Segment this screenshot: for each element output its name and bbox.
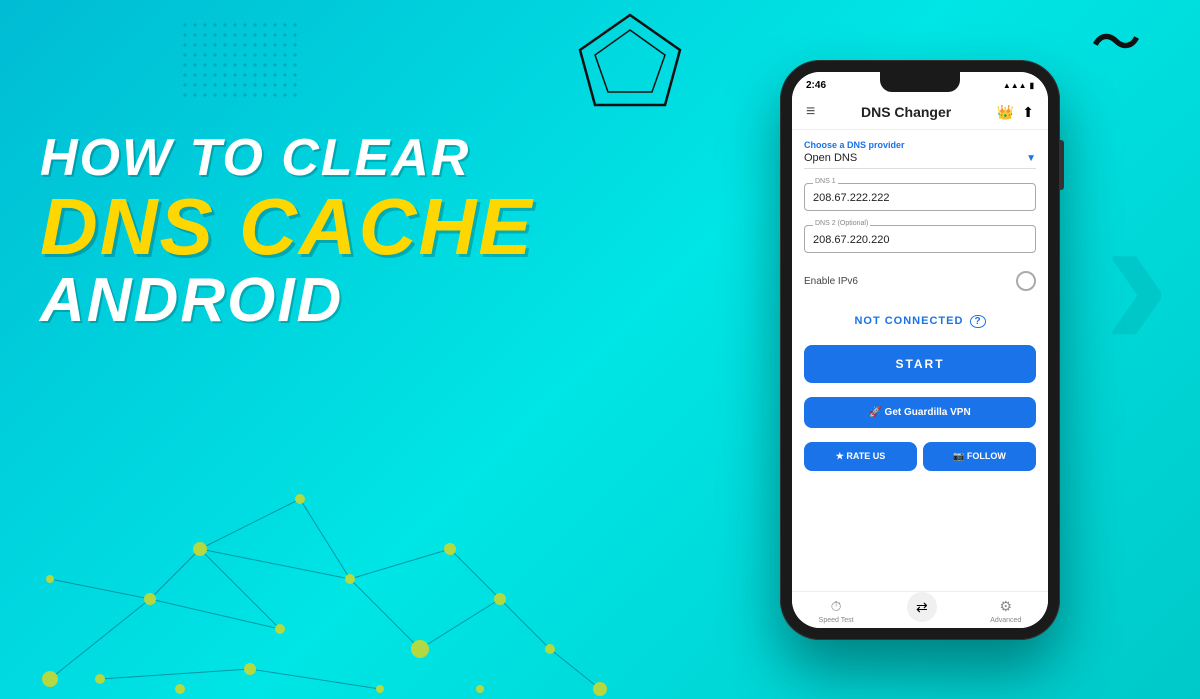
- nav-home-button[interactable]: ⇄: [907, 592, 937, 622]
- advanced-icon: ⚙: [999, 598, 1012, 615]
- dns1-label: DNS 1: [813, 178, 838, 185]
- dns-provider-dropdown[interactable]: Open DNS ▼: [804, 152, 1036, 169]
- vpn-button[interactable]: 🚀 Get Guardilla VPN: [804, 397, 1036, 428]
- headline-line3: ANDROID: [40, 267, 560, 335]
- hamburger-icon[interactable]: ≡: [806, 103, 815, 121]
- home-icon: ⇄: [916, 599, 928, 616]
- chevron-decoration: ›: [1103, 180, 1170, 380]
- crown-icon: 👑: [997, 104, 1014, 121]
- nav-speed-test[interactable]: ⏱ Speed Test: [819, 598, 854, 624]
- diamond-decoration: [570, 10, 690, 120]
- decorative-dots-topleft: [180, 20, 300, 100]
- help-icon[interactable]: ?: [970, 315, 985, 328]
- connection-status: NOT CONNECTED ?: [854, 315, 985, 327]
- dns2-label: DNS 2 (Optional): [813, 220, 870, 227]
- battery-icon: ▮: [1030, 81, 1034, 90]
- status-icons: ▲▲▲ ▮: [1003, 81, 1034, 90]
- phone-mockup: 2:46 ▲▲▲ ▮ ≡ DNS Changer 👑 ⬆ Choos: [780, 60, 1060, 640]
- share-icon[interactable]: ⬆: [1022, 104, 1034, 121]
- wifi-icon: ▲▲▲: [1003, 81, 1027, 90]
- header-icons: 👑 ⬆: [997, 104, 1034, 121]
- headline-area: HOW TO CLEAR DNS CACHE ANDROID: [40, 130, 560, 335]
- ipv6-label: Enable IPv6: [804, 276, 858, 287]
- speed-test-icon: ⏱: [831, 598, 842, 615]
- status-time: 2:46: [806, 80, 826, 91]
- network-lines: [0, 399, 700, 699]
- ipv6-row: Enable IPv6: [804, 267, 1036, 295]
- nav-advanced[interactable]: ⚙ Advanced: [990, 598, 1021, 624]
- rate-us-button[interactable]: ★ RATE US: [804, 442, 917, 471]
- phone-notch: [880, 72, 960, 92]
- advanced-label: Advanced: [990, 617, 1021, 624]
- dns2-field[interactable]: DNS 2 (Optional) 208.67.220.220: [804, 225, 1036, 253]
- start-button[interactable]: START: [804, 345, 1036, 383]
- dns2-value: 208.67.220.220: [813, 234, 1027, 246]
- ipv6-toggle[interactable]: [1016, 271, 1036, 291]
- dns1-field[interactable]: DNS 1 208.67.222.222: [804, 183, 1036, 211]
- speed-test-label: Speed Test: [819, 617, 854, 624]
- dropdown-arrow-icon: ▼: [1026, 153, 1036, 164]
- dns-provider-label: Choose a DNS provider: [804, 140, 1036, 150]
- app-header: ≡ DNS Changer 👑 ⬆: [792, 95, 1048, 130]
- follow-button[interactable]: 📷 FOLLOW: [923, 442, 1036, 471]
- headline-line2: DNS CACHE: [40, 187, 560, 267]
- squiggle-decoration: 〜: [1092, 20, 1140, 68]
- phone-frame: 2:46 ▲▲▲ ▮ ≡ DNS Changer 👑 ⬆ Choos: [780, 60, 1060, 640]
- app-content: Choose a DNS provider Open DNS ▼ DNS 1 2…: [792, 130, 1048, 591]
- bottom-navigation: ⏱ Speed Test ⇄ ⚙ Advanced: [792, 591, 1048, 628]
- connection-status-area: NOT CONNECTED ?: [804, 303, 1036, 337]
- bottom-action-buttons: ★ RATE US 📷 FOLLOW: [804, 442, 1036, 471]
- dns-provider-section: Choose a DNS provider Open DNS ▼: [804, 140, 1036, 175]
- phone-screen: 2:46 ▲▲▲ ▮ ≡ DNS Changer 👑 ⬆ Choos: [792, 72, 1048, 628]
- dns-provider-value: Open DNS: [804, 152, 857, 164]
- dns1-value: 208.67.222.222: [813, 192, 1027, 204]
- app-title: DNS Changer: [861, 104, 951, 120]
- phone-power-button: [1060, 140, 1064, 190]
- headline-line1: HOW TO CLEAR: [40, 130, 560, 187]
